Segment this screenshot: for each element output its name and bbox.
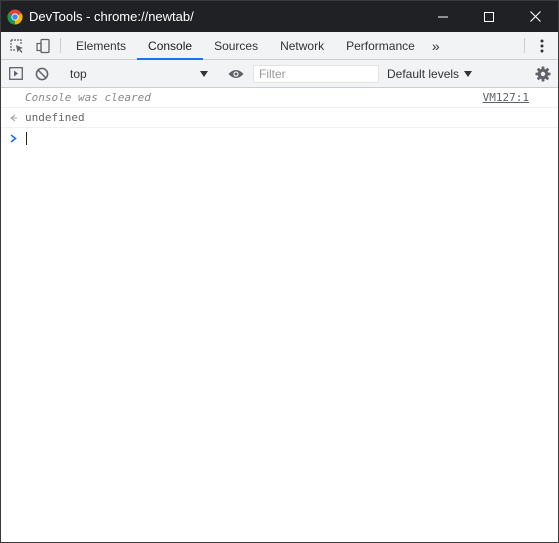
device-mode-icon	[36, 38, 50, 53]
panel-tabbar: Elements Console Sources Network Perform…	[1, 32, 558, 60]
close-button[interactable]	[512, 1, 558, 32]
minimize-button[interactable]	[420, 1, 466, 32]
maximize-button[interactable]	[466, 1, 512, 32]
filter-placeholder: Filter	[259, 66, 286, 81]
console-message: undefined	[1, 108, 558, 128]
dropdown-arrow-icon	[464, 70, 473, 77]
vertical-ellipsis-icon	[540, 39, 544, 52]
title-bar: DevTools - chrome://newtab/	[1, 1, 558, 32]
show-sidebar-button[interactable]	[3, 67, 29, 80]
minimize-icon	[438, 16, 448, 17]
console-settings-button[interactable]	[530, 66, 556, 82]
text-cursor	[26, 131, 27, 145]
inspect-cursor-icon	[10, 38, 23, 53]
sidebar-toggle-icon	[9, 67, 23, 80]
dropdown-arrow-icon	[200, 70, 208, 77]
inspect-element-button[interactable]	[4, 32, 30, 59]
tab-network[interactable]: Network	[269, 32, 335, 59]
context-value: top	[70, 66, 87, 81]
more-tabs-button[interactable]: »	[426, 32, 446, 59]
device-toolbar-button[interactable]	[30, 32, 56, 59]
toolbar-divider	[60, 38, 61, 53]
window-title: DevTools - chrome://newtab/	[29, 9, 194, 24]
gear-icon	[535, 66, 551, 81]
close-icon	[529, 11, 541, 22]
clear-console-icon	[35, 67, 49, 80]
message-source-link[interactable]: VM127:1	[483, 91, 529, 104]
log-levels-dropdown[interactable]: Default levels	[387, 66, 473, 81]
toolbar-divider	[524, 38, 525, 53]
prompt-chevron-icon	[10, 133, 17, 143]
customize-devtools-button[interactable]	[529, 32, 555, 59]
console-toolbar: top Filter Default levels	[1, 60, 558, 88]
chrome-logo-icon	[7, 9, 23, 25]
live-expression-button[interactable]	[223, 69, 249, 79]
console-prompt[interactable]	[1, 128, 558, 148]
eye-icon	[228, 69, 244, 78]
context-selector[interactable]: top	[64, 64, 214, 84]
clear-console-button[interactable]	[29, 67, 55, 81]
result-value: undefined	[25, 111, 85, 124]
tab-console[interactable]: Console	[137, 32, 204, 60]
filter-input[interactable]: Filter	[253, 64, 379, 83]
console-message: Console was cleared VM127:1	[1, 88, 558, 108]
devtools-window: DevTools - chrome://newtab/ Elements Con…	[0, 0, 559, 543]
tab-sources[interactable]: Sources	[203, 32, 269, 59]
result-arrow-icon	[10, 114, 17, 121]
log-levels-label: Default levels	[387, 66, 460, 81]
console-output: Console was cleared VM127:1 undefined	[1, 88, 558, 148]
maximize-icon	[484, 11, 494, 22]
chevron-double-right-icon: »	[431, 37, 440, 54]
tab-performance[interactable]: Performance	[335, 32, 426, 59]
tab-elements[interactable]: Elements	[65, 32, 137, 59]
console-cleared-text: Console was cleared	[25, 91, 151, 104]
